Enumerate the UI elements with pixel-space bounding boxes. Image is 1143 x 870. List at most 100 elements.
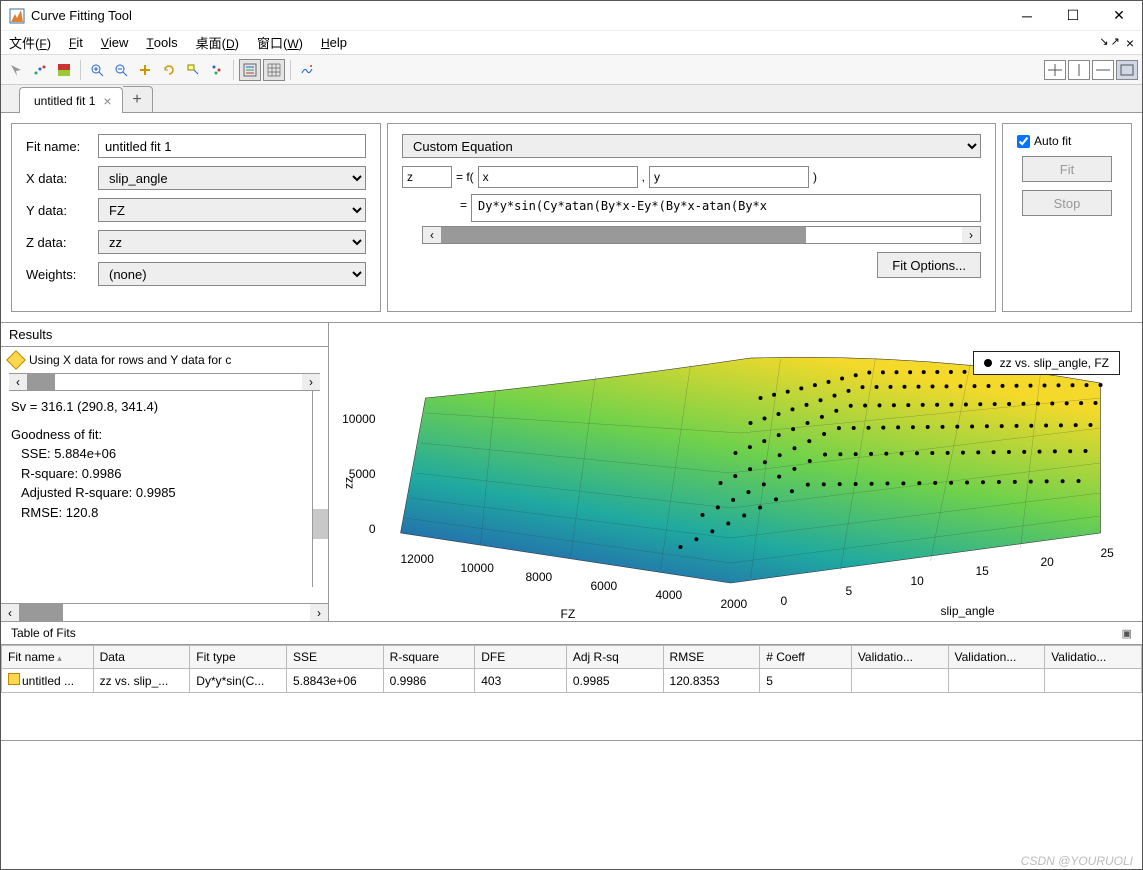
col-dfe[interactable]: DFE: [475, 646, 567, 669]
col-fitname[interactable]: Fit name: [2, 646, 94, 669]
warn-hscroll[interactable]: ‹›: [9, 373, 320, 391]
fit-button[interactable]: Fit: [1022, 156, 1112, 182]
fit-tab[interactable]: untitled fit 1 ×: [19, 87, 123, 113]
tab-close-icon[interactable]: ×: [103, 93, 111, 109]
dock-grow-icon[interactable]: ↗: [1111, 35, 1120, 51]
menu-view[interactable]: View: [101, 35, 129, 50]
eq-x-input[interactable]: [478, 166, 638, 188]
col-v2[interactable]: Validation...: [948, 646, 1045, 669]
layout-single-icon[interactable]: [1116, 60, 1138, 80]
row-warn-icon: [8, 673, 20, 685]
fit-type-select[interactable]: Custom Equation: [402, 134, 981, 158]
col-ncoeff[interactable]: # Coeff: [760, 646, 852, 669]
tabbar: untitled fit 1 × +: [1, 85, 1142, 113]
eq-hscroll[interactable]: ‹ ›: [422, 226, 981, 244]
stop-button[interactable]: Stop: [1022, 190, 1112, 216]
minimize-button[interactable]: ─: [1004, 1, 1050, 30]
equation-panel: Custom Equation = f( , ) = Dy*y*sin(Cy*a…: [387, 123, 996, 312]
menu-tools[interactable]: Tools: [146, 35, 177, 50]
svg-text:6000: 6000: [591, 579, 618, 593]
svg-text:0: 0: [781, 594, 788, 608]
surface-plot[interactable]: 0 5000 10000 zz: [329, 323, 1142, 621]
autofit-checkbox[interactable]: Auto fit: [1017, 134, 1071, 148]
hscroll-left-icon[interactable]: ‹: [423, 227, 441, 243]
ydata-select[interactable]: FZ: [98, 198, 366, 222]
table-of-fits-title: Table of Fits ▣: [1, 621, 1142, 645]
app-icon: [9, 8, 25, 24]
brush-icon[interactable]: [206, 59, 228, 81]
pan-icon[interactable]: [134, 59, 156, 81]
data-cursor-icon[interactable]: [182, 59, 204, 81]
layout-cols-icon[interactable]: [1068, 60, 1090, 80]
svg-text:15: 15: [976, 564, 990, 578]
close-button[interactable]: ✕: [1096, 1, 1142, 30]
eq-f-prefix: = f(: [456, 170, 474, 184]
rsq-line: R-square: 0.9986: [11, 464, 318, 484]
minimize-panel-icon[interactable]: ▣: [1122, 627, 1132, 640]
adj-line: Adjusted R-square: 0.9985: [11, 483, 318, 503]
menu-desktop[interactable]: 桌面(D): [196, 33, 239, 52]
maximize-button[interactable]: ☐: [1050, 1, 1096, 30]
col-data[interactable]: Data: [93, 646, 190, 669]
zoom-out-icon[interactable]: [110, 59, 132, 81]
layout-rows-icon[interactable]: [1092, 60, 1114, 80]
menu-help[interactable]: Help: [321, 35, 347, 50]
legend-dot-icon: [984, 359, 992, 367]
xdata-select[interactable]: slip_angle: [98, 166, 366, 190]
fitname-input[interactable]: [98, 134, 366, 158]
svg-text:12000: 12000: [401, 552, 435, 566]
svg-text:10: 10: [911, 574, 925, 588]
col-rsq[interactable]: R-square: [383, 646, 475, 669]
col-v3[interactable]: Validatio...: [1045, 646, 1142, 669]
eq-body-input[interactable]: Dy*y*sin(Cy*atan(By*x-Ey*(By*x-atan(By*x: [471, 194, 981, 222]
residual-icon[interactable]: [296, 59, 318, 81]
gof-header: Goodness of fit:: [11, 425, 318, 445]
results-vscroll[interactable]: [312, 391, 328, 587]
svg-text:10000: 10000: [461, 561, 495, 575]
dock-shrink-icon[interactable]: ↘: [1099, 35, 1108, 51]
fitname-label: Fit name:: [26, 139, 98, 154]
sse-line: SSE: 5.884e+06: [11, 444, 318, 464]
col-adj[interactable]: Adj R-sq: [566, 646, 663, 669]
svg-text:0: 0: [369, 522, 376, 536]
menu-fit[interactable]: Fit: [69, 35, 83, 50]
fit-options-button[interactable]: Fit Options...: [877, 252, 981, 278]
table-row[interactable]: untitled ... zz vs. slip_... Dy*y*sin(C.…: [2, 669, 1142, 693]
dock-close-icon[interactable]: ×: [1126, 35, 1134, 51]
arrow-icon[interactable]: [5, 59, 27, 81]
zoom-in-icon[interactable]: [86, 59, 108, 81]
grid-toggle-icon[interactable]: [263, 59, 285, 81]
weights-label: Weights:: [26, 267, 98, 282]
plot-legend: zz vs. slip_angle, FZ: [973, 351, 1120, 375]
zdata-select[interactable]: zz: [98, 230, 366, 254]
table-of-fits: Fit name Data Fit type SSE R-square DFE …: [1, 645, 1142, 741]
svg-text:4000: 4000: [656, 588, 683, 602]
col-rmse[interactable]: RMSE: [663, 646, 760, 669]
results-hscroll[interactable]: ‹›: [1, 603, 328, 621]
tab-add-button[interactable]: +: [123, 86, 153, 112]
warning-text: Using X data for rows and Y data for c: [29, 353, 231, 367]
layout-grid-icon[interactable]: [1044, 60, 1066, 80]
rotate-icon[interactable]: [158, 59, 180, 81]
col-v1[interactable]: Validatio...: [851, 646, 948, 669]
menu-file[interactable]: 文件(F): [9, 33, 51, 52]
weights-select[interactable]: (none): [98, 262, 366, 286]
toolbar: [1, 55, 1142, 85]
eq-z-input[interactable]: [402, 166, 452, 188]
svg-text:slip_angle: slip_angle: [941, 604, 995, 618]
surface-icon[interactable]: [53, 59, 75, 81]
eq-comma: ,: [642, 170, 645, 184]
warning-icon: [6, 350, 26, 370]
legend-toggle-icon[interactable]: [239, 59, 261, 81]
ydata-label: Y data:: [26, 203, 98, 218]
hscroll-right-icon[interactable]: ›: [962, 227, 980, 243]
svg-text:25: 25: [1101, 546, 1115, 560]
eq-y-input[interactable]: [649, 166, 809, 188]
col-fittype[interactable]: Fit type: [190, 646, 287, 669]
svg-text:10000: 10000: [342, 412, 376, 426]
col-sse[interactable]: SSE: [286, 646, 383, 669]
menu-window[interactable]: 窗口(W): [257, 33, 303, 52]
tab-label: untitled fit 1: [34, 94, 95, 108]
points-plot-icon[interactable]: [29, 59, 51, 81]
svg-text:2000: 2000: [721, 597, 748, 611]
